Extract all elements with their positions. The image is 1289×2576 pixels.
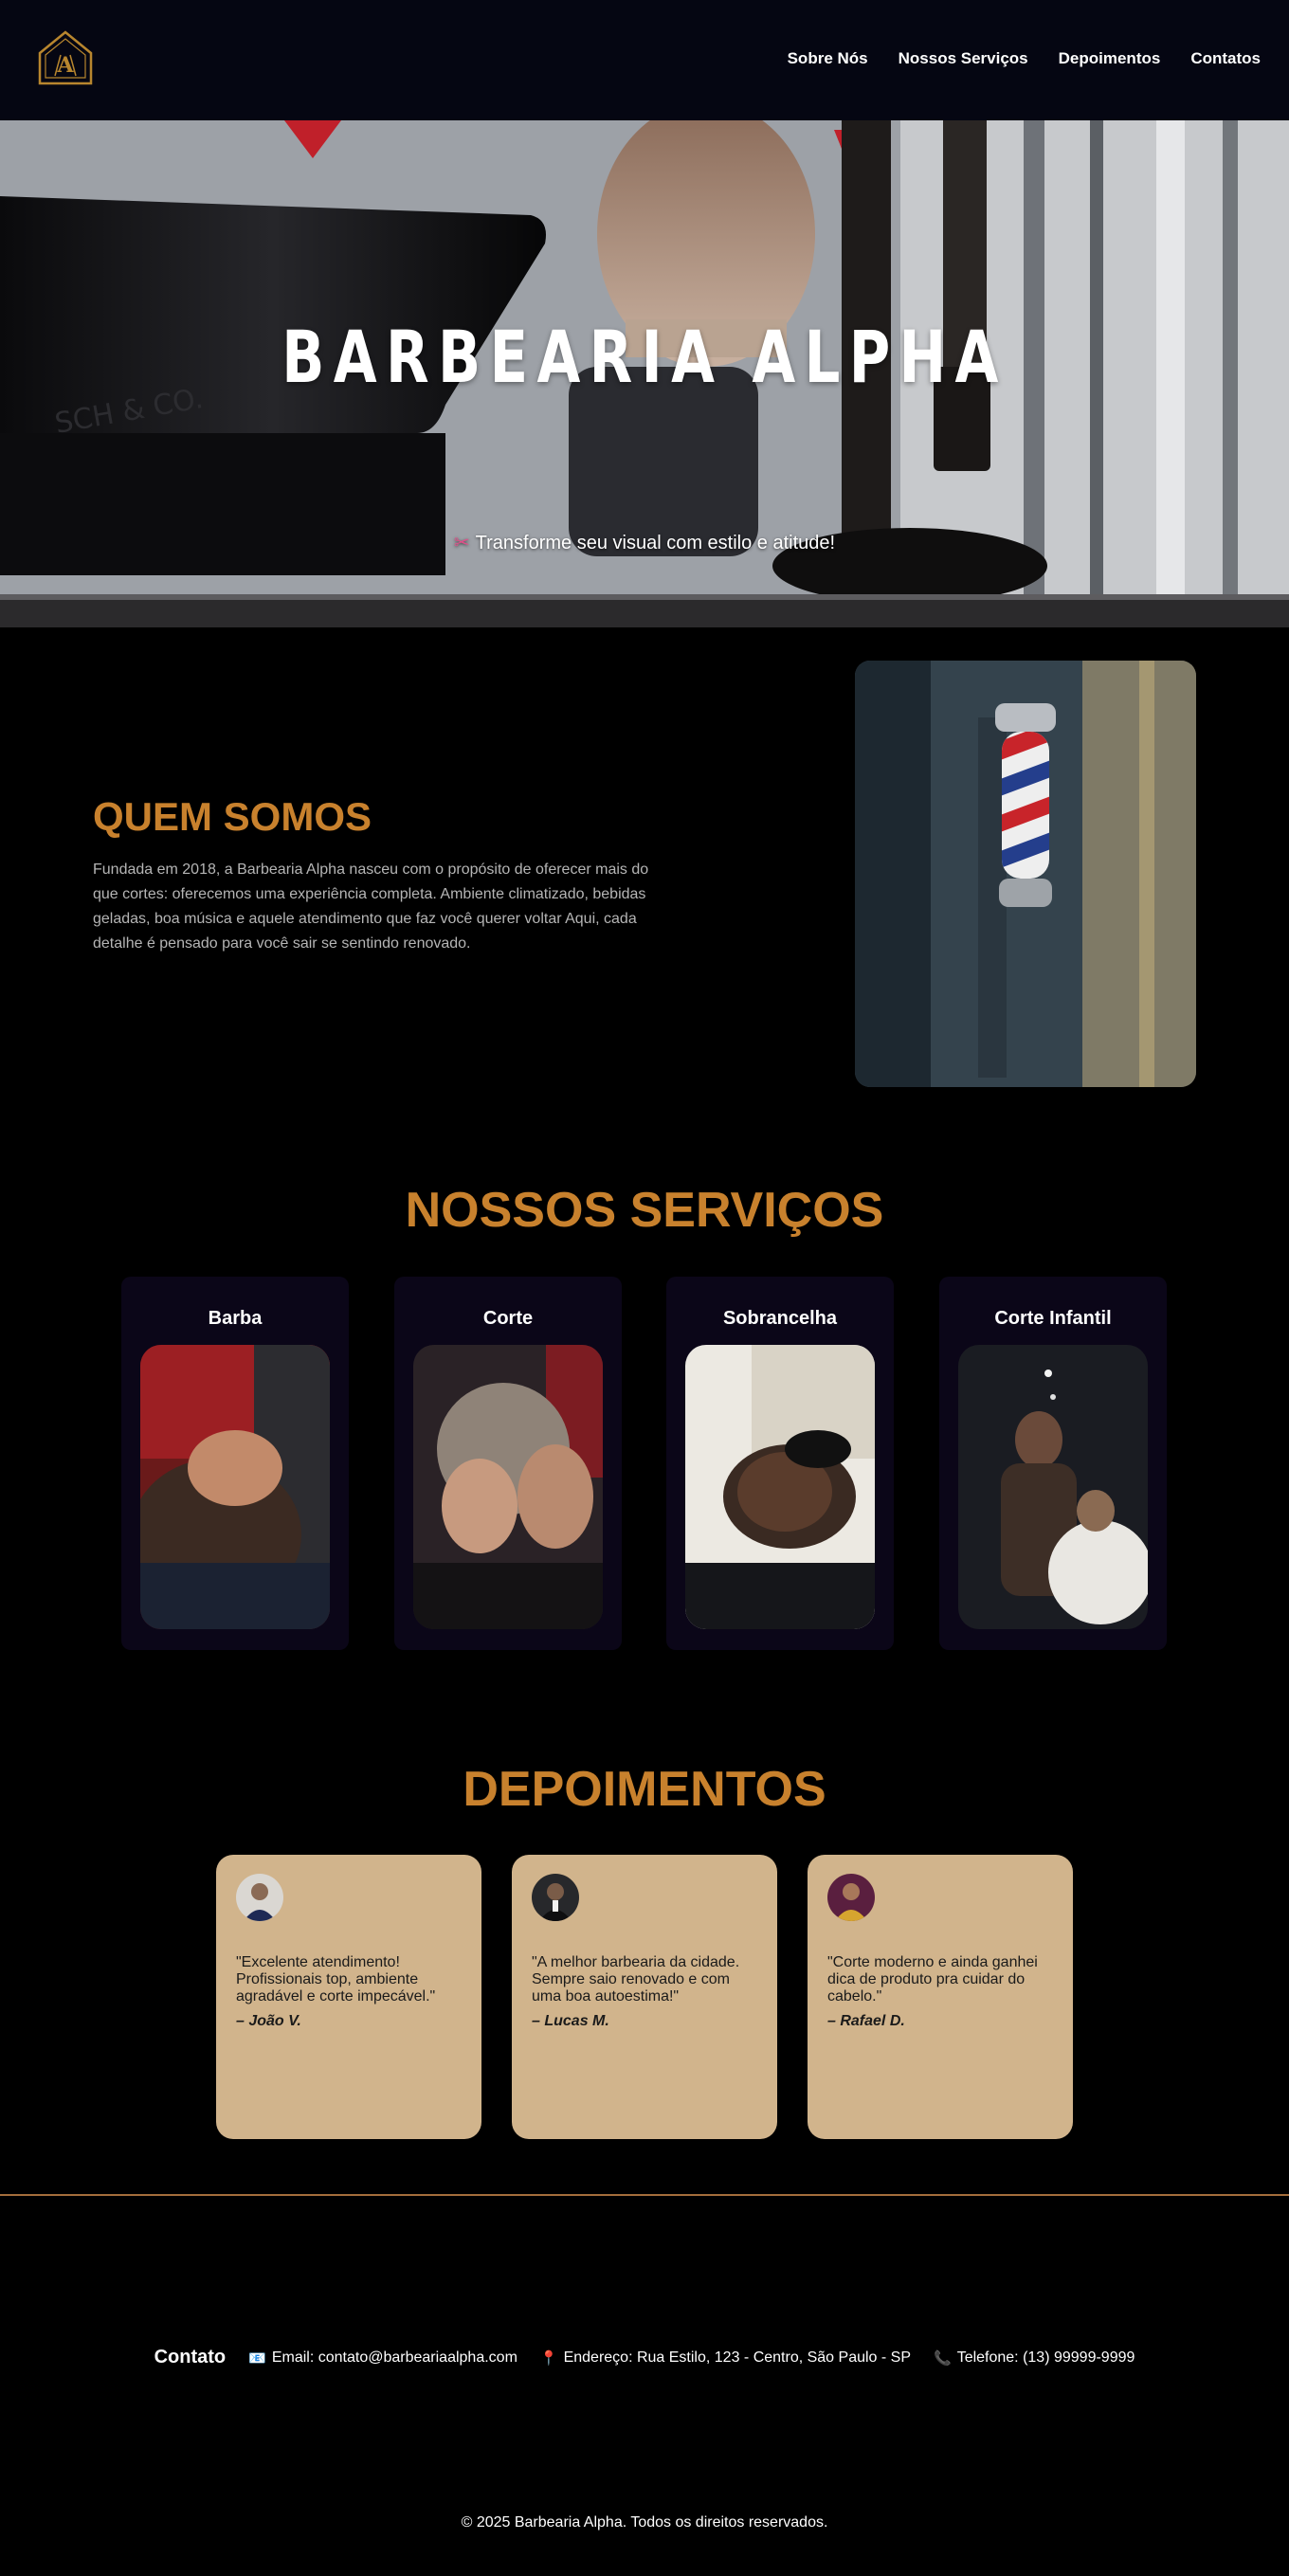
service-image-sobrancelha xyxy=(685,1345,875,1629)
testimonial-card: "Corte moderno e ainda ganhei dica de pr… xyxy=(808,1855,1073,2139)
nav-link-servicos[interactable]: Nossos Serviços xyxy=(899,49,1028,68)
contact-phone[interactable]: 📞 Telefone: (13) 99999-9999 xyxy=(934,2349,1135,2367)
nav-links: Sobre Nós Nossos Serviços Depoimentos Co… xyxy=(788,49,1261,68)
service-card-barba[interactable]: Barba xyxy=(121,1277,349,1650)
about-title: QUEM SOMOS xyxy=(93,794,372,839)
avatar xyxy=(532,1874,579,1921)
contact-label: Contato xyxy=(154,2347,227,2367)
testimonials-title: DEPOIMENTOS xyxy=(463,1762,826,1817)
about-text: Fundada em 2018, a Barbearia Alpha nasce… xyxy=(93,862,649,952)
service-image-barba xyxy=(140,1345,330,1629)
testimonial-author: – Lucas M. xyxy=(532,2013,609,2029)
service-label: Barba xyxy=(208,1308,263,1329)
barber-pole-image xyxy=(855,661,1196,1087)
footer-copyright: © 2025 Barbearia Alpha. Todos os direito… xyxy=(461,2514,828,2531)
testimonial-card: "A melhor barbearia da cidade. Sempre sa… xyxy=(512,1855,777,2139)
hero-subtitle-text: Transforme seu visual com estilo e atitu… xyxy=(475,533,836,553)
nav-link-contatos[interactable]: Contatos xyxy=(1190,49,1261,68)
contact-bar: Contato 📧 Email: contato@barbeariaalpha.… xyxy=(0,2347,1289,2368)
contact-address-text: Endereço: Rua Estilo, 123 - Centro, São … xyxy=(563,2349,911,2366)
testimonial-text: "A melhor barbearia da cidade. Sempre sa… xyxy=(532,1954,740,2005)
testimonial-author: – João V. xyxy=(236,2013,301,2029)
avatar xyxy=(827,1874,875,1921)
nav-link-depoimentos[interactable]: Depoimentos xyxy=(1059,49,1161,68)
hero-subtitle: ✂ Transforme seu visual com estilo e atit… xyxy=(0,531,1289,554)
location-pin-icon: 📍 xyxy=(539,2349,558,2367)
testimonial-quote: "Corte moderno e ainda ganhei dica de pr… xyxy=(827,1954,1055,2030)
service-label: Sobrancelha xyxy=(722,1308,838,1329)
service-card-sobrancelha[interactable]: Sobrancelha xyxy=(666,1277,894,1650)
service-label: Corte xyxy=(482,1308,534,1329)
service-image-corte xyxy=(413,1345,603,1629)
testimonial-quote: "Excelente atendimento! Profissionais to… xyxy=(236,1954,463,2030)
testimonial-author: – Rafael D. xyxy=(827,2013,905,2029)
contact-address: 📍 Endereço: Rua Estilo, 123 - Centro, Sã… xyxy=(540,2349,911,2367)
service-card-corte-infantil[interactable]: Corte Infantil xyxy=(939,1277,1167,1650)
testimonial-quote: "A melhor barbearia da cidade. Sempre sa… xyxy=(532,1954,759,2030)
contact-email-text: Email: contato@barbeariaalpha.com xyxy=(271,2349,517,2366)
testimonial-text: "Excelente atendimento! Profissionais to… xyxy=(236,1954,436,2005)
hero-title: BARBEARIA ALPHA xyxy=(281,315,1008,399)
testimonial-card: "Excelente atendimento! Profissionais to… xyxy=(216,1855,481,2139)
contact-email[interactable]: 📧 Email: contato@barbeariaalpha.com xyxy=(248,2349,517,2367)
phone-icon: 📞 xyxy=(934,2349,952,2367)
service-image-corte-infantil xyxy=(958,1345,1148,1629)
services-title: NOSSOS SERVIÇOS xyxy=(405,1183,884,1238)
top-navbar: A Sobre Nós Nossos Serviços Depoimentos … xyxy=(0,0,1289,120)
hero-banner: SCH & CO. BARBEARIA ALPHA ✂ Transforme se… xyxy=(0,120,1289,627)
scissors-icon: ✂ xyxy=(453,533,470,553)
nav-link-sobre[interactable]: Sobre Nós xyxy=(788,49,868,68)
svg-text:A: A xyxy=(56,53,74,78)
contact-phone-text: Telefone: (13) 99999-9999 xyxy=(956,2349,1135,2366)
barbershop-logo-icon[interactable]: A xyxy=(36,28,95,87)
email-icon: 📧 xyxy=(248,2349,266,2367)
avatar xyxy=(236,1874,283,1921)
testimonial-text: "Corte moderno e ainda ganhei dica de pr… xyxy=(827,1954,1038,2005)
service-card-corte[interactable]: Corte xyxy=(394,1277,622,1650)
service-label: Corte Infantil xyxy=(994,1308,1112,1329)
section-divider xyxy=(0,2194,1289,2196)
